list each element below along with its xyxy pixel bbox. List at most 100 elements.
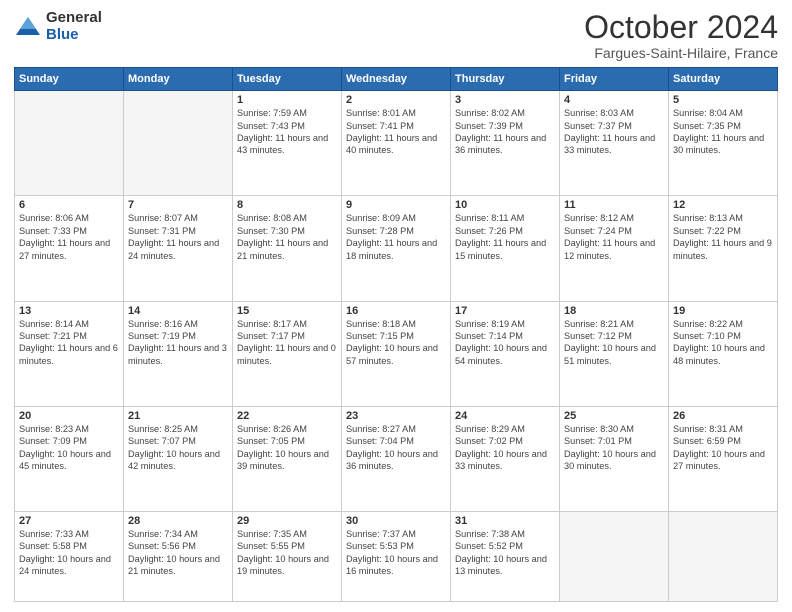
calendar-cell: 25Sunrise: 8:30 AMSunset: 7:01 PMDayligh… (560, 406, 669, 511)
day-info: Sunrise: 7:34 AMSunset: 5:56 PMDaylight:… (128, 528, 228, 578)
calendar-cell: 10Sunrise: 8:11 AMSunset: 7:26 PMDayligh… (451, 196, 560, 301)
calendar-cell: 15Sunrise: 8:17 AMSunset: 7:17 PMDayligh… (233, 301, 342, 406)
month-title: October 2024 (584, 10, 778, 45)
day-number: 30 (346, 515, 446, 527)
day-info: Sunrise: 8:21 AMSunset: 7:12 PMDaylight:… (564, 318, 664, 368)
calendar-cell: 11Sunrise: 8:12 AMSunset: 7:24 PMDayligh… (560, 196, 669, 301)
calendar-day-header: Saturday (669, 68, 778, 91)
calendar-cell: 20Sunrise: 8:23 AMSunset: 7:09 PMDayligh… (15, 406, 124, 511)
day-info: Sunrise: 7:59 AMSunset: 7:43 PMDaylight:… (237, 107, 337, 157)
calendar-cell: 29Sunrise: 7:35 AMSunset: 5:55 PMDayligh… (233, 511, 342, 601)
calendar-header-row: SundayMondayTuesdayWednesdayThursdayFrid… (15, 68, 778, 91)
page: General Blue October 2024 Fargues-Saint-… (0, 0, 792, 612)
day-info: Sunrise: 8:29 AMSunset: 7:02 PMDaylight:… (455, 423, 555, 473)
calendar-cell: 4Sunrise: 8:03 AMSunset: 7:37 PMDaylight… (560, 91, 669, 196)
calendar-cell: 18Sunrise: 8:21 AMSunset: 7:12 PMDayligh… (560, 301, 669, 406)
calendar-week-row: 13Sunrise: 8:14 AMSunset: 7:21 PMDayligh… (15, 301, 778, 406)
calendar-cell (669, 511, 778, 601)
day-info: Sunrise: 8:03 AMSunset: 7:37 PMDaylight:… (564, 107, 664, 157)
calendar-cell (15, 91, 124, 196)
day-number: 29 (237, 515, 337, 527)
calendar-cell: 7Sunrise: 8:07 AMSunset: 7:31 PMDaylight… (124, 196, 233, 301)
title-block: October 2024 Fargues-Saint-Hilaire, Fran… (584, 10, 778, 61)
calendar-cell: 30Sunrise: 7:37 AMSunset: 5:53 PMDayligh… (342, 511, 451, 601)
day-number: 1 (237, 94, 337, 106)
calendar-day-header: Wednesday (342, 68, 451, 91)
calendar-cell: 8Sunrise: 8:08 AMSunset: 7:30 PMDaylight… (233, 196, 342, 301)
day-info: Sunrise: 8:04 AMSunset: 7:35 PMDaylight:… (673, 107, 773, 157)
calendar-cell: 14Sunrise: 8:16 AMSunset: 7:19 PMDayligh… (124, 301, 233, 406)
calendar-cell: 9Sunrise: 8:09 AMSunset: 7:28 PMDaylight… (342, 196, 451, 301)
day-number: 26 (673, 410, 773, 422)
day-info: Sunrise: 8:01 AMSunset: 7:41 PMDaylight:… (346, 107, 446, 157)
day-info: Sunrise: 8:09 AMSunset: 7:28 PMDaylight:… (346, 212, 446, 262)
day-number: 22 (237, 410, 337, 422)
day-info: Sunrise: 8:26 AMSunset: 7:05 PMDaylight:… (237, 423, 337, 473)
calendar-cell: 2Sunrise: 8:01 AMSunset: 7:41 PMDaylight… (342, 91, 451, 196)
calendar-cell: 1Sunrise: 7:59 AMSunset: 7:43 PMDaylight… (233, 91, 342, 196)
day-number: 24 (455, 410, 555, 422)
calendar-cell: 31Sunrise: 7:38 AMSunset: 5:52 PMDayligh… (451, 511, 560, 601)
day-number: 17 (455, 305, 555, 317)
day-info: Sunrise: 8:06 AMSunset: 7:33 PMDaylight:… (19, 212, 119, 262)
calendar-cell (560, 511, 669, 601)
calendar-table: SundayMondayTuesdayWednesdayThursdayFrid… (14, 67, 778, 602)
calendar-cell: 17Sunrise: 8:19 AMSunset: 7:14 PMDayligh… (451, 301, 560, 406)
calendar-day-header: Thursday (451, 68, 560, 91)
day-number: 6 (19, 199, 119, 211)
day-number: 27 (19, 515, 119, 527)
day-info: Sunrise: 8:07 AMSunset: 7:31 PMDaylight:… (128, 212, 228, 262)
day-number: 3 (455, 94, 555, 106)
calendar-cell: 26Sunrise: 8:31 AMSunset: 6:59 PMDayligh… (669, 406, 778, 511)
header: General Blue October 2024 Fargues-Saint-… (14, 10, 778, 61)
calendar-week-row: 20Sunrise: 8:23 AMSunset: 7:09 PMDayligh… (15, 406, 778, 511)
calendar-day-header: Monday (124, 68, 233, 91)
day-number: 20 (19, 410, 119, 422)
day-info: Sunrise: 8:25 AMSunset: 7:07 PMDaylight:… (128, 423, 228, 473)
day-info: Sunrise: 8:02 AMSunset: 7:39 PMDaylight:… (455, 107, 555, 157)
day-number: 31 (455, 515, 555, 527)
day-info: Sunrise: 8:27 AMSunset: 7:04 PMDaylight:… (346, 423, 446, 473)
calendar-week-row: 1Sunrise: 7:59 AMSunset: 7:43 PMDaylight… (15, 91, 778, 196)
calendar-cell: 16Sunrise: 8:18 AMSunset: 7:15 PMDayligh… (342, 301, 451, 406)
day-info: Sunrise: 8:08 AMSunset: 7:30 PMDaylight:… (237, 212, 337, 262)
calendar-cell: 19Sunrise: 8:22 AMSunset: 7:10 PMDayligh… (669, 301, 778, 406)
day-info: Sunrise: 7:37 AMSunset: 5:53 PMDaylight:… (346, 528, 446, 578)
logo-text: General Blue (46, 10, 102, 43)
calendar-cell: 23Sunrise: 8:27 AMSunset: 7:04 PMDayligh… (342, 406, 451, 511)
day-number: 14 (128, 305, 228, 317)
calendar-cell: 28Sunrise: 7:34 AMSunset: 5:56 PMDayligh… (124, 511, 233, 601)
day-info: Sunrise: 8:14 AMSunset: 7:21 PMDaylight:… (19, 318, 119, 368)
day-number: 10 (455, 199, 555, 211)
calendar-day-header: Friday (560, 68, 669, 91)
calendar-cell: 5Sunrise: 8:04 AMSunset: 7:35 PMDaylight… (669, 91, 778, 196)
day-number: 25 (564, 410, 664, 422)
calendar-cell (124, 91, 233, 196)
day-number: 2 (346, 94, 446, 106)
calendar-cell: 6Sunrise: 8:06 AMSunset: 7:33 PMDaylight… (15, 196, 124, 301)
day-number: 18 (564, 305, 664, 317)
day-number: 19 (673, 305, 773, 317)
day-info: Sunrise: 8:30 AMSunset: 7:01 PMDaylight:… (564, 423, 664, 473)
location: Fargues-Saint-Hilaire, France (584, 45, 778, 61)
day-number: 4 (564, 94, 664, 106)
calendar-cell: 13Sunrise: 8:14 AMSunset: 7:21 PMDayligh… (15, 301, 124, 406)
day-info: Sunrise: 7:35 AMSunset: 5:55 PMDaylight:… (237, 528, 337, 578)
calendar-cell: 22Sunrise: 8:26 AMSunset: 7:05 PMDayligh… (233, 406, 342, 511)
day-info: Sunrise: 8:22 AMSunset: 7:10 PMDaylight:… (673, 318, 773, 368)
day-number: 5 (673, 94, 773, 106)
calendar-day-header: Tuesday (233, 68, 342, 91)
day-number: 7 (128, 199, 228, 211)
day-info: Sunrise: 8:31 AMSunset: 6:59 PMDaylight:… (673, 423, 773, 473)
day-number: 8 (237, 199, 337, 211)
day-info: Sunrise: 8:19 AMSunset: 7:14 PMDaylight:… (455, 318, 555, 368)
day-number: 9 (346, 199, 446, 211)
calendar-cell: 3Sunrise: 8:02 AMSunset: 7:39 PMDaylight… (451, 91, 560, 196)
day-info: Sunrise: 7:38 AMSunset: 5:52 PMDaylight:… (455, 528, 555, 578)
day-number: 28 (128, 515, 228, 527)
day-info: Sunrise: 8:23 AMSunset: 7:09 PMDaylight:… (19, 423, 119, 473)
day-number: 21 (128, 410, 228, 422)
calendar-week-row: 6Sunrise: 8:06 AMSunset: 7:33 PMDaylight… (15, 196, 778, 301)
calendar-week-row: 27Sunrise: 7:33 AMSunset: 5:58 PMDayligh… (15, 511, 778, 601)
day-info: Sunrise: 8:12 AMSunset: 7:24 PMDaylight:… (564, 212, 664, 262)
